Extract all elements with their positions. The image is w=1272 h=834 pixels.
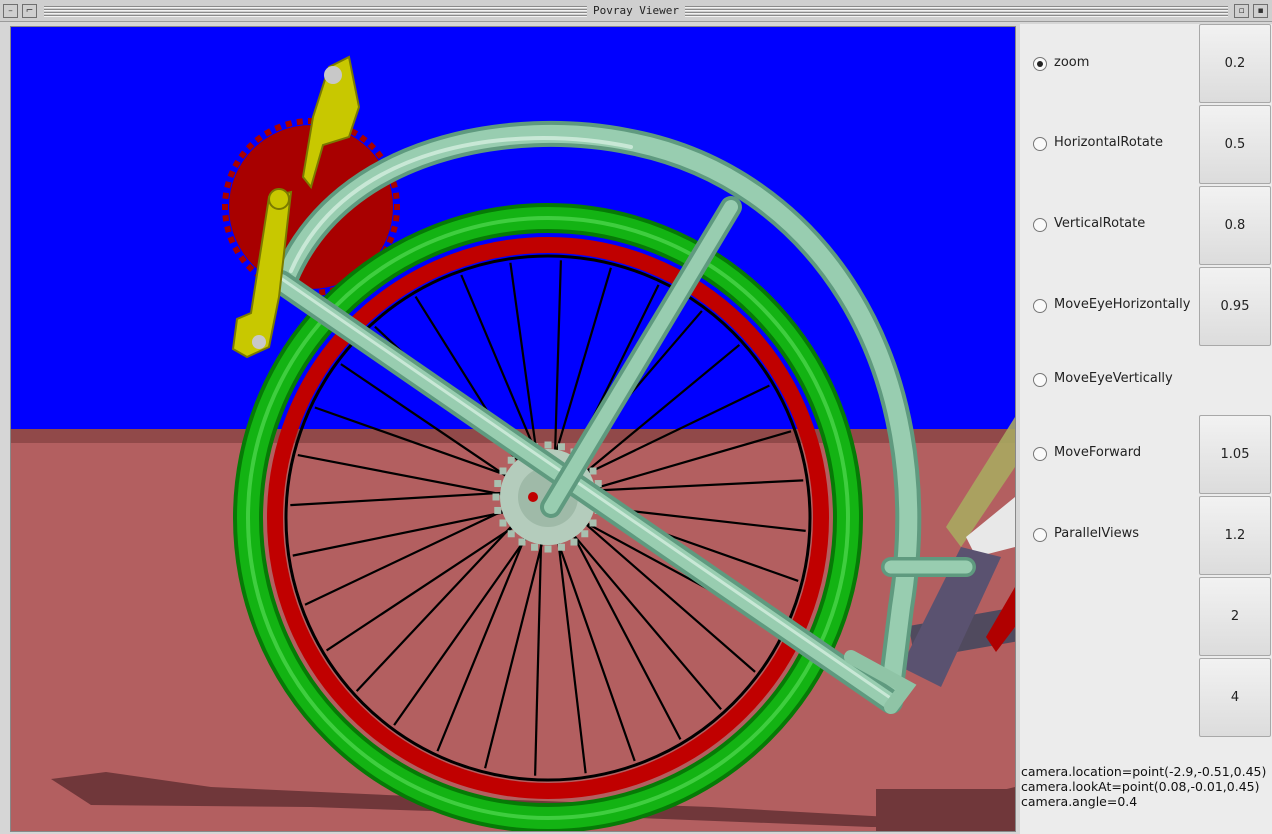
zoom-label: zoom	[1054, 55, 1090, 70]
move-forward-radio[interactable]	[1033, 447, 1047, 461]
vertical-rotate-radio[interactable]	[1033, 218, 1047, 232]
window-title: Povray Viewer	[586, 4, 686, 18]
horizontal-rotate-radio[interactable]	[1033, 137, 1047, 151]
move-eye-horizontally-label: MoveEyeHorizontally	[1054, 297, 1191, 312]
zoom-radio[interactable]	[1033, 57, 1047, 71]
move-eye-vertically-radio[interactable]	[1033, 373, 1047, 387]
window-menu-icon[interactable]: –	[3, 4, 18, 18]
vertical-rotate-label: VerticalRotate	[1054, 216, 1146, 231]
control-row-move-eye-horizontally: MoveEyeHorizontally 0.95	[1020, 267, 1272, 347]
title-bar: – ⌐ Povray Viewer ▫ ▪	[0, 0, 1272, 22]
camera-lookat: camera.lookAt=point(0.08,-0.01,0.45)	[1021, 779, 1260, 794]
parallel-views-radio[interactable]	[1033, 528, 1047, 542]
parallel-views-value-button[interactable]: 1.2	[1199, 496, 1271, 575]
window-minimize-icon[interactable]: ▫	[1234, 4, 1249, 18]
window-shade-icon[interactable]: ⌐	[22, 4, 37, 18]
move-eye-horizontally-radio[interactable]	[1033, 299, 1047, 313]
move-eye-vertically-label: MoveEyeVertically	[1054, 371, 1173, 386]
control-row-zoom: zoom 0.2	[1020, 24, 1272, 104]
control-row-vertical-rotate: VerticalRotate 0.8	[1020, 186, 1272, 266]
window-close-icon[interactable]: ▪	[1253, 4, 1268, 18]
zoom-value-button[interactable]: 0.2	[1199, 24, 1271, 103]
horizontal-rotate-value-button[interactable]: 0.5	[1199, 105, 1271, 184]
control-row-move-forward: MoveForward 1.05	[1020, 414, 1272, 494]
move-eye-horizontally-value-button[interactable]: 0.95	[1199, 267, 1271, 346]
camera-location: camera.location=point(-2.9,-0.51,0.45)	[1021, 764, 1267, 779]
value-button-2[interactable]: 2	[1199, 577, 1271, 656]
vertical-rotate-value-button[interactable]: 0.8	[1199, 186, 1271, 265]
camera-angle: camera.angle=0.4	[1021, 794, 1138, 809]
control-row-parallel-views: ParallelViews 1.2	[1020, 496, 1272, 576]
render-viewport[interactable]	[10, 26, 1016, 832]
move-forward-value-button[interactable]: 1.05	[1199, 415, 1271, 494]
control-row-horizontal-rotate: HorizontalRotate 0.5	[1020, 105, 1272, 185]
parallel-views-label: ParallelViews	[1054, 526, 1139, 541]
value-button-4[interactable]: 4	[1199, 658, 1271, 737]
camera-readout: camera.location=point(-2.9,-0.51,0.45) c…	[1021, 764, 1266, 809]
control-panel: zoom 0.2 HorizontalRotate 0.5 VerticalRo…	[1020, 24, 1272, 834]
povray-render	[11, 27, 1015, 831]
move-forward-label: MoveForward	[1054, 445, 1142, 460]
horizontal-rotate-label: HorizontalRotate	[1054, 135, 1163, 150]
